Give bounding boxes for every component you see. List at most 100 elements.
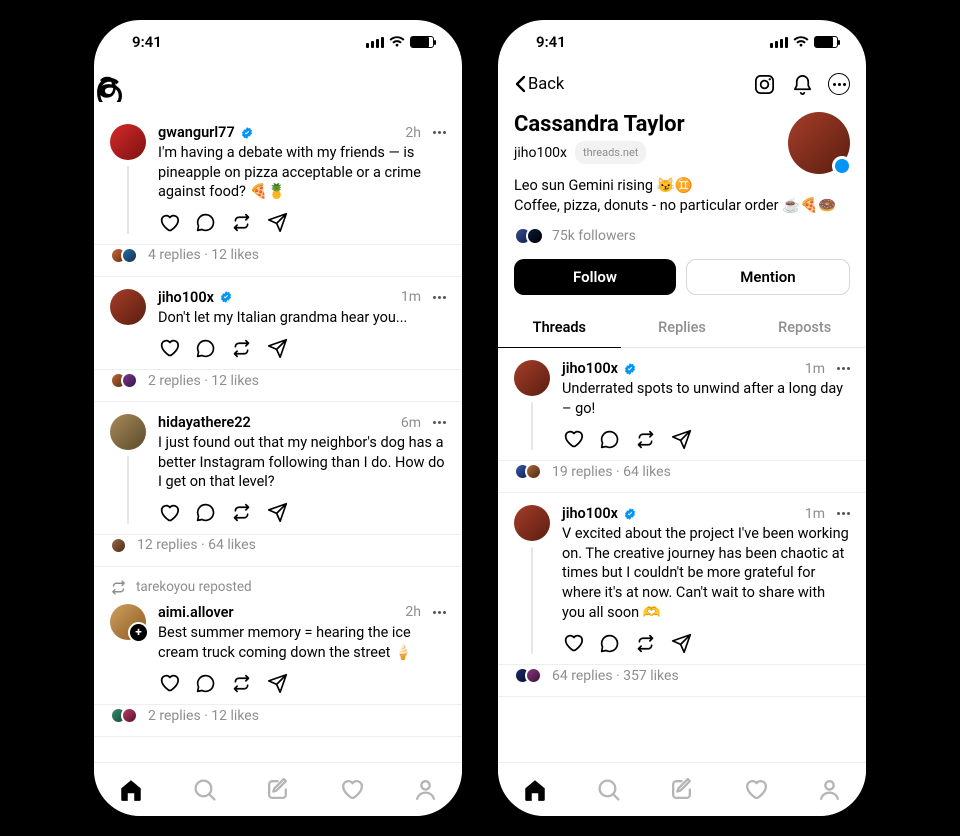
avatar[interactable]: [110, 289, 146, 325]
avatar[interactable]: [514, 360, 550, 396]
post-more-icon[interactable]: [433, 296, 446, 299]
nav-search-icon[interactable]: [191, 777, 217, 803]
like-icon[interactable]: [158, 337, 180, 359]
post[interactable]: jiho100x1mUnderrated spots to unwind aft…: [498, 348, 866, 461]
repost-icon[interactable]: [634, 428, 656, 450]
nav-home-icon[interactable]: [118, 777, 144, 803]
battery-icon: [410, 36, 434, 48]
share-icon[interactable]: [670, 428, 692, 450]
thread-line: [127, 166, 129, 234]
like-icon[interactable]: [158, 502, 180, 524]
nav-compose-icon[interactable]: [265, 777, 291, 803]
repost-icon[interactable]: [230, 337, 252, 359]
profile-bio: Leo sun Gemini rising 😼♊ Coffee, pizza, …: [514, 176, 850, 215]
avatar[interactable]: [110, 604, 146, 640]
post-stats[interactable]: 2 replies · 12 likes: [94, 370, 462, 402]
status-time: 9:41: [132, 33, 162, 51]
reply-avatars: [514, 463, 542, 480]
comment-icon[interactable]: [194, 502, 216, 524]
thread-line: [531, 547, 533, 654]
avatar[interactable]: [110, 414, 146, 450]
feed-list[interactable]: gwangurl772hI'm having a debate with my …: [94, 112, 462, 762]
phone-feed: 9:41 gwangurl772hI'm having a debate wit…: [94, 20, 462, 816]
more-options-icon[interactable]: [828, 73, 850, 95]
share-icon[interactable]: [266, 337, 288, 359]
comment-icon[interactable]: [598, 632, 620, 654]
repost-icon[interactable]: [230, 212, 252, 234]
nav-home-icon[interactable]: [522, 777, 548, 803]
nav-search-icon[interactable]: [595, 777, 621, 803]
profile-feed[interactable]: jiho100x1mUnderrated spots to unwind aft…: [498, 348, 866, 762]
avatar[interactable]: [110, 124, 146, 160]
post-username[interactable]: jiho100x: [158, 289, 214, 306]
status-bar: 9:41: [498, 20, 866, 64]
follower-avatars: [514, 227, 544, 245]
post-username[interactable]: hidayathere22: [158, 414, 251, 431]
reply-avatars: [110, 537, 127, 554]
post-more-icon[interactable]: [433, 611, 446, 614]
post-more-icon[interactable]: [433, 131, 446, 134]
share-icon[interactable]: [670, 632, 692, 654]
follow-button[interactable]: Follow: [514, 259, 676, 295]
tab-replies[interactable]: Replies: [621, 307, 744, 347]
repost-icon[interactable]: [230, 502, 252, 524]
followers-row[interactable]: 75k followers: [514, 227, 850, 245]
post[interactable]: jiho100x1mDon't let my Italian grandma h…: [94, 277, 462, 371]
post-more-icon[interactable]: [837, 512, 850, 515]
post-stats[interactable]: 64 replies · 357 likes: [498, 665, 866, 697]
threads-logo[interactable]: [94, 64, 462, 112]
share-icon[interactable]: [266, 672, 288, 694]
nav-activity-icon[interactable]: [339, 777, 365, 803]
like-icon[interactable]: [562, 632, 584, 654]
verified-badge-icon: [832, 156, 852, 176]
profile-avatar[interactable]: [788, 112, 850, 174]
post-text: I'm having a debate with my friends — is…: [158, 143, 446, 202]
profile-tabs: Threads Replies Reposts: [498, 307, 866, 348]
wifi-icon: [793, 36, 809, 48]
repost-icon[interactable]: [230, 672, 252, 694]
post-username[interactable]: jiho100x: [562, 505, 618, 522]
comment-icon[interactable]: [194, 337, 216, 359]
avatar[interactable]: [514, 505, 550, 541]
comment-icon[interactable]: [194, 672, 216, 694]
post[interactable]: jiho100x1mV excited about the project I'…: [498, 493, 866, 665]
reply-avatars: [110, 372, 138, 389]
post[interactable]: hidayathere226mI just found out that my …: [94, 402, 462, 535]
post-stats[interactable]: 19 replies · 64 likes: [498, 461, 866, 493]
status-time: 9:41: [536, 33, 566, 51]
chevron-left-icon: [514, 75, 526, 93]
post-stats[interactable]: 2 replies · 12 likes: [94, 705, 462, 737]
share-icon[interactable]: [266, 502, 288, 524]
post[interactable]: aimi.allover2hBest summer memory = heari…: [94, 596, 462, 705]
cellular-icon: [770, 37, 788, 48]
tab-threads[interactable]: Threads: [498, 307, 621, 348]
comment-icon[interactable]: [194, 212, 216, 234]
post-stats[interactable]: 4 replies · 12 likes: [94, 245, 462, 277]
post-username[interactable]: jiho100x: [562, 360, 618, 377]
like-icon[interactable]: [158, 212, 180, 234]
post-more-icon[interactable]: [837, 367, 850, 370]
post[interactable]: gwangurl772hI'm having a debate with my …: [94, 112, 462, 245]
instagram-icon[interactable]: [752, 72, 776, 96]
share-icon[interactable]: [266, 212, 288, 234]
domain-badge[interactable]: threads.net: [575, 141, 646, 164]
like-icon[interactable]: [158, 672, 180, 694]
back-button[interactable]: Back: [514, 75, 564, 94]
post-username[interactable]: aimi.allover: [158, 604, 234, 621]
battery-icon: [814, 36, 838, 48]
nav-profile-icon[interactable]: [816, 777, 842, 803]
mention-button[interactable]: Mention: [686, 259, 850, 295]
nav-compose-icon[interactable]: [669, 777, 695, 803]
tab-reposts[interactable]: Reposts: [743, 307, 866, 347]
post-more-icon[interactable]: [433, 421, 446, 424]
nav-activity-icon[interactable]: [743, 777, 769, 803]
post-stats[interactable]: 12 replies · 64 likes: [94, 535, 462, 567]
comment-icon[interactable]: [598, 428, 620, 450]
notifications-icon[interactable]: [790, 72, 814, 96]
like-icon[interactable]: [562, 428, 584, 450]
nav-profile-icon[interactable]: [412, 777, 438, 803]
post-username[interactable]: gwangurl77: [158, 124, 235, 141]
repost-label: tarekoyou reposted: [94, 567, 462, 596]
repost-icon[interactable]: [634, 632, 656, 654]
profile-name: Cassandra Taylor: [514, 112, 685, 137]
